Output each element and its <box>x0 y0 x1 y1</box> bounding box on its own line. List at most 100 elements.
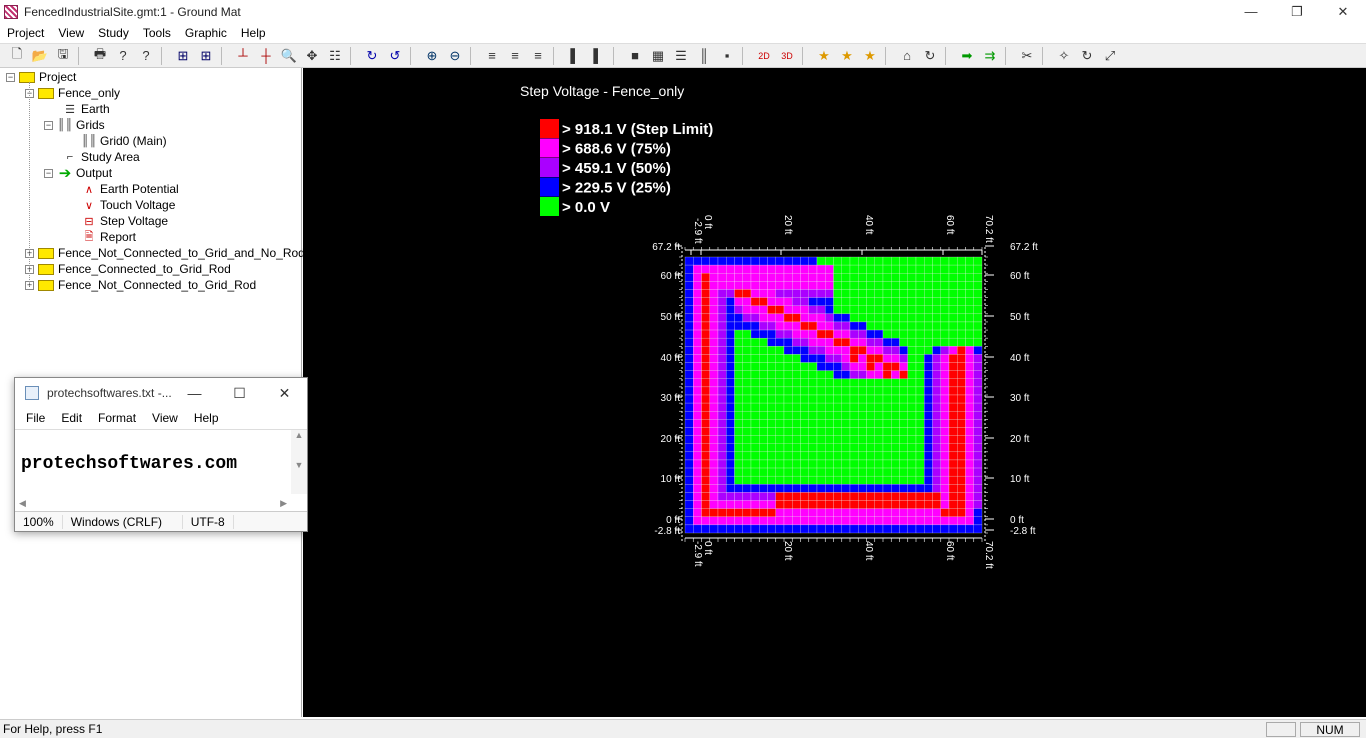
tree-item-grid0-main-[interactable]: ║║ Grid0 (Main) <box>81 133 166 149</box>
plot-cell <box>874 516 884 526</box>
layout1-icon[interactable]: ≡ <box>481 46 503 66</box>
notepad-text-area[interactable]: protechsoftwares.com ▲ ▼ ◀ ▶ <box>15 429 307 508</box>
rotate2-icon[interactable]: ↺ <box>384 46 406 66</box>
rotate3-icon[interactable]: ↻ <box>1076 46 1098 66</box>
tree-item-earth-potential[interactable]: ∧ Earth Potential <box>81 181 179 197</box>
tree-expander-icon[interactable]: − <box>44 168 53 178</box>
tree-item-grids[interactable]: − ║║ Grids <box>44 117 105 133</box>
square-icon[interactable]: ▪ <box>716 46 738 66</box>
zoom-window-icon[interactable]: 🔍 <box>278 46 300 66</box>
layout3-icon[interactable]: ≡ <box>527 46 549 66</box>
print-icon[interactable]: 🖶 <box>89 46 111 66</box>
plot-cell <box>742 435 752 444</box>
axis2-icon[interactable]: ┼ <box>255 46 277 66</box>
fit-icon[interactable]: ☷ <box>324 46 346 66</box>
tree-expander-icon[interactable]: − <box>6 72 15 82</box>
zoom-in-icon[interactable]: ⊕ <box>421 46 443 66</box>
notepad-menu-help[interactable]: Help <box>186 411 227 425</box>
tree-item-report[interactable]: 🗎 Report <box>81 229 136 245</box>
plot-cell <box>759 354 768 363</box>
plot-cell <box>825 362 834 371</box>
grid3-icon[interactable]: ▦ <box>647 46 669 66</box>
help-icon[interactable]: ? <box>112 46 134 66</box>
plot-cell <box>849 500 859 509</box>
cut-icon[interactable]: ✂ <box>1016 46 1038 66</box>
wand-icon[interactable]: ✧ <box>1053 46 1075 66</box>
plot-cell <box>800 273 809 282</box>
tree-expander-icon[interactable]: − <box>44 120 53 130</box>
pan-icon[interactable]: ✥ <box>301 46 323 66</box>
plot-cell <box>808 378 818 388</box>
touch-icon: ∨ <box>84 199 94 212</box>
plot-cell <box>882 402 892 412</box>
open-icon[interactable]: 📂 <box>29 46 51 66</box>
tree-item-step-voltage[interactable]: ⊟ Step Voltage <box>81 213 168 229</box>
notepad-maximize-button[interactable]: ☐ <box>217 378 262 408</box>
star-x-icon[interactable]: ★ <box>836 46 858 66</box>
resize-icon[interactable]: ⤢ <box>1099 46 1121 66</box>
tree-item-fence-connected-to-grid-rod[interactable]: + Fence_Connected_to_Grid_Rod <box>25 261 231 277</box>
plot-cell <box>907 289 917 298</box>
notepad-vscroll[interactable]: ▲ ▼ <box>291 430 307 494</box>
grid2-icon[interactable]: ⊞ <box>195 46 217 66</box>
notepad-menu-format[interactable]: Format <box>90 411 144 425</box>
plot-cell <box>783 419 793 428</box>
arrow-right-icon[interactable]: ➡ <box>956 46 978 66</box>
tree-item-project[interactable]: − Project <box>6 69 76 85</box>
notepad-menu-file[interactable]: File <box>18 411 53 425</box>
menu-study[interactable]: Study <box>91 26 136 40</box>
arrows-right-icon[interactable]: ⇉ <box>979 46 1001 66</box>
3d-icon[interactable]: 3D <box>776 46 798 66</box>
box-icon[interactable]: ■ <box>624 46 646 66</box>
rotate-icon[interactable]: ↻ <box>361 46 383 66</box>
building-icon[interactable]: ⌂ <box>896 46 918 66</box>
restore-button[interactable]: ❐ <box>1274 0 1320 23</box>
plot-cell <box>726 508 735 517</box>
save-icon[interactable]: 🖫 <box>52 46 74 66</box>
plot-cell <box>783 435 793 444</box>
plot-cell <box>907 354 917 363</box>
menu-help[interactable]: Help <box>234 26 273 40</box>
menu-view[interactable]: View <box>51 26 91 40</box>
close-button[interactable]: ✕ <box>1320 0 1366 23</box>
star-icon[interactable]: ★ <box>813 46 835 66</box>
plot-cell <box>915 508 925 517</box>
notepad-menu-view[interactable]: View <box>144 411 186 425</box>
tree-item-fence-only[interactable]: − Fence_only <box>25 85 120 101</box>
tree-item-study-area[interactable]: ⌐ Study Area <box>62 149 140 165</box>
layout2-icon[interactable]: ≡ <box>504 46 526 66</box>
menu-bar: Project View Study Tools Graphic Help <box>0 23 1366 42</box>
plot-cell <box>899 329 908 339</box>
refresh-icon[interactable]: ↻ <box>919 46 941 66</box>
bar2-icon[interactable]: ▌ <box>587 46 609 66</box>
plot-cell <box>882 516 892 526</box>
zoom-out-icon[interactable]: ⊖ <box>444 46 466 66</box>
grid-icon[interactable]: ⊞ <box>172 46 194 66</box>
columns-icon[interactable]: ║ <box>693 46 715 66</box>
plot-cell <box>841 321 851 331</box>
minimize-button[interactable]: — <box>1228 0 1274 23</box>
notepad-menu-edit[interactable]: Edit <box>53 411 90 425</box>
star-move-icon[interactable]: ★ <box>859 46 881 66</box>
bar-icon[interactable]: ▌ <box>564 46 586 66</box>
notepad-hscroll[interactable]: ◀ ▶ <box>15 495 291 511</box>
axis-icon[interactable]: ┴ <box>232 46 254 66</box>
plot-cell <box>957 467 966 477</box>
new-icon[interactable]: 🗋 <box>6 46 28 66</box>
plot-cell <box>899 370 908 379</box>
tree-item-touch-voltage[interactable]: ∨ Touch Voltage <box>81 197 175 213</box>
menu-project[interactable]: Project <box>0 26 51 40</box>
tree-item-earth[interactable]: ☰ Earth <box>62 101 110 117</box>
menu-graphic[interactable]: Graphic <box>178 26 234 40</box>
plot-cell <box>965 378 974 388</box>
plot-cell <box>792 362 801 371</box>
tree-item-fence-not-connected-to-grid-and-no-rods[interactable]: + Fence_Not_Connected_to_Grid_and_No_Rods <box>25 245 311 261</box>
tree-item-fence-not-connected-to-grid-rod[interactable]: + Fence_Not_Connected_to_Grid_Rod <box>25 277 256 293</box>
notepad-close-button[interactable]: ✕ <box>262 378 307 408</box>
menu-tools[interactable]: Tools <box>136 26 178 40</box>
2d-icon[interactable]: 2D <box>753 46 775 66</box>
tree-item-output[interactable]: − ➔ Output <box>44 165 112 182</box>
context-help-icon[interactable]: ? <box>135 46 157 66</box>
notepad-minimize-button[interactable]: — <box>172 378 217 408</box>
list-icon[interactable]: ☰ <box>670 46 692 66</box>
